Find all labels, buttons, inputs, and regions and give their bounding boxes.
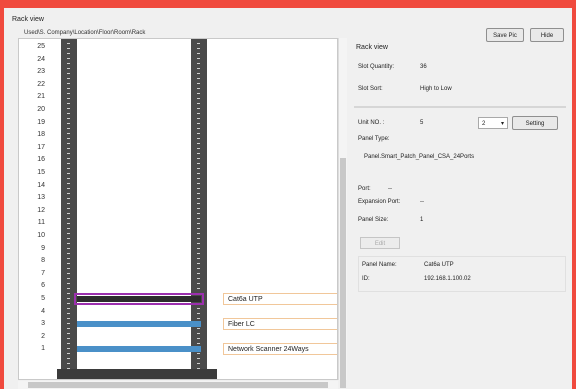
rack-unit-number: 21 <box>37 93 45 101</box>
vertical-scrollbar[interactable] <box>338 38 347 388</box>
rack-unit-number: 2 <box>41 332 45 340</box>
port-label: Port: <box>358 186 371 192</box>
unit-select[interactable]: 2 ▾ <box>478 117 508 129</box>
panel-type-label: Panel Type: <box>358 136 390 142</box>
rack-unit-number: 25 <box>37 43 45 50</box>
rack-unit-number: 17 <box>37 143 45 151</box>
hide-button[interactable]: Hide <box>530 28 564 42</box>
horizontal-scrollbar[interactable] <box>18 381 338 389</box>
panel-size-value: 1 <box>420 217 424 223</box>
panel-name-label: Panel Name: <box>362 262 397 268</box>
left-rack-rail <box>61 39 77 369</box>
chevron-down-icon: ▾ <box>500 121 504 127</box>
rack-unit-number: 1 <box>41 345 45 353</box>
rack-diagram: 25 24 23 22 21 20 19 18 17 16 15 14 13 12 11 10 9 8 7 6 5 4 3 2… <box>18 38 338 380</box>
section-title: Rack view <box>356 44 388 51</box>
window-title: Rack view <box>12 16 44 23</box>
rack-unit-number: 20 <box>37 106 45 113</box>
expansion-port-value: -- <box>420 199 424 205</box>
slot-quantity-value: 36 <box>420 64 427 70</box>
rack-panel[interactable] <box>77 321 201 328</box>
slot-sort-value: High to Low <box>420 86 452 92</box>
rack-unit-number: 10 <box>37 232 45 239</box>
breadcrumb-path: Used\S. Company\Location\Floor\Room\Rack <box>24 30 146 36</box>
rack-unit-number: 16 <box>37 156 45 164</box>
id-value: 192.168.1.100.02 <box>424 276 471 282</box>
rack-unit-number: 19 <box>37 118 45 126</box>
rack-unit-number: 12 <box>37 206 45 214</box>
rack-unit-number: 15 <box>37 169 45 176</box>
rack-unit-number: 24 <box>37 55 45 63</box>
expansion-port-label: Expansion Port: <box>358 199 401 205</box>
rack-unit-number: 13 <box>37 194 45 202</box>
panel-label[interactable]: Network Scanner 24Ways <box>223 343 337 356</box>
panel-name-value: Cat6a UTP <box>424 262 454 268</box>
unit-select-value: 2 <box>482 121 486 127</box>
rack-unit-number: 5 <box>41 295 45 302</box>
panel-type-value: Panel.Smart_Patch_Panel_CSA_24Ports <box>364 154 475 160</box>
slot-sort-label: Slot Sort: <box>358 86 383 92</box>
rack-unit-number: 22 <box>37 80 45 88</box>
rack-unit-number: 4 <box>41 307 45 315</box>
rack-unit-number: 6 <box>41 282 45 290</box>
slot-quantity-label: Slot Quantity: <box>358 64 395 70</box>
panel-label[interactable]: Fiber LC <box>223 318 337 331</box>
rack-unit-number: 9 <box>41 244 45 252</box>
rack-unit-number: 18 <box>37 131 45 139</box>
setting-button[interactable]: Setting <box>512 116 558 130</box>
rack-unit-number: 14 <box>37 181 45 189</box>
panel-label[interactable]: Cat6a UTP <box>223 293 337 305</box>
rack-unit-number: 8 <box>41 257 45 265</box>
panel-size-label: Panel Size: <box>358 217 389 223</box>
port-value: -- <box>388 186 392 192</box>
rack-panel[interactable] <box>74 293 204 305</box>
id-label: ID: <box>362 276 370 282</box>
edit-button[interactable]: Edit <box>360 237 400 249</box>
save-pic-button[interactable]: Save Pic <box>486 28 524 42</box>
rack-unit-number: 11 <box>37 219 45 227</box>
rack-panel[interactable] <box>77 346 201 353</box>
right-rack-rail <box>191 39 207 369</box>
unit-no-value: 5 <box>420 120 424 126</box>
rack-base <box>57 369 217 379</box>
divider <box>354 106 566 108</box>
unit-no-label: Unit NO. : <box>358 120 385 126</box>
rack-unit-number: 7 <box>41 269 45 277</box>
rack-unit-number: 3 <box>41 320 45 328</box>
rack-view-window: Rack view Used\S. Company\Location\Floor… <box>4 8 572 389</box>
rack-unit-number: 23 <box>37 68 45 76</box>
